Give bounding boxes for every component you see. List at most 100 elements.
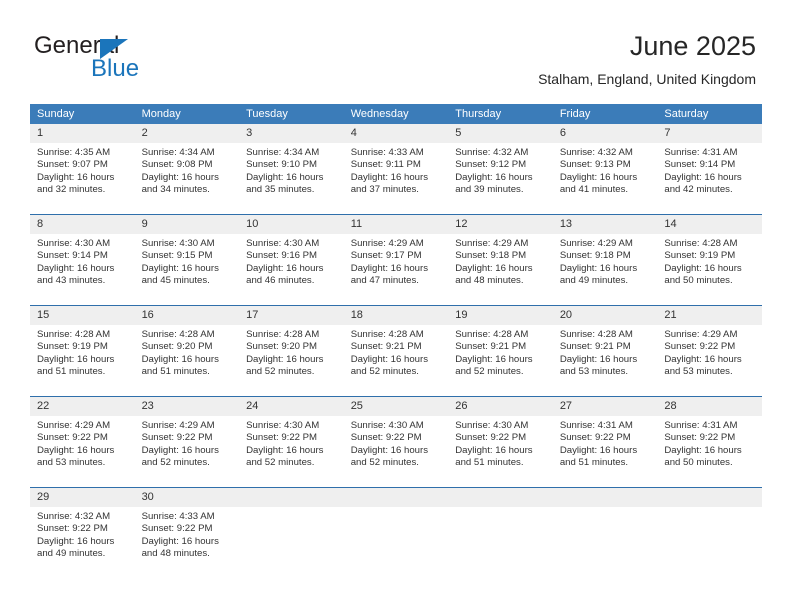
daylight-text-line1: Daylight: 16 hours (455, 353, 533, 365)
day-details: Sunrise: 4:30 AM Sunset: 9:16 PM Daylight:… (239, 234, 344, 288)
day-number: 18 (343, 306, 449, 325)
sunrise-text: Sunrise: 4:29 AM (37, 420, 111, 431)
daylight-text-line2: and 45 minutes. (141, 275, 210, 287)
day-cell[interactable]: 21 Sunrise: 4:29 AM Sunset: 9:22 PM Dayligh… (657, 305, 762, 397)
day-cell[interactable]: 5 Sunrise: 4:32 AM Sunset: 9:12 PM Daylight… (448, 124, 553, 215)
day-cell-inner: 3 Sunrise: 4:34 AM Sunset: 9:10 PM Daylight… (239, 124, 344, 214)
day-cell[interactable]: 26 Sunrise: 4:30 AM Sunset: 9:22 PM Dayligh… (448, 396, 553, 488)
day-cell[interactable]: 13 Sunrise: 4:29 AM Sunset: 9:18 PM Dayligh… (552, 214, 658, 306)
day-cell[interactable]: 17 Sunrise: 4:28 AM Sunset: 9:20 PM Dayligh… (239, 305, 344, 397)
daylight-text-line2: and 39 minutes. (455, 184, 524, 196)
day-cell[interactable]: 7 Sunrise: 4:31 AM Sunset: 9:14 PM Daylight… (657, 124, 762, 215)
sunset-text: Sunset: 9:11 PM (350, 159, 421, 171)
day-details: Sunrise: 4:29 AM Sunset: 9:22 PM Daylight:… (135, 416, 240, 470)
sunrise-text: Sunrise: 4:28 AM (141, 329, 215, 340)
day-cell[interactable]: 12 Sunrise: 4:29 AM Sunset: 9:18 PM Dayligh… (448, 214, 553, 306)
day-number (239, 488, 344, 507)
day-number: 9 (134, 215, 240, 234)
brand-logo[interactable]: General Blue (34, 33, 214, 85)
day-cell[interactable]: 16 Sunrise: 4:28 AM Sunset: 9:20 PM Dayligh… (134, 305, 240, 397)
daylight-text-line1: Daylight: 16 hours (664, 353, 742, 365)
weekday-header-row: Sunday Monday Tuesday Wednesday Thursday… (30, 104, 762, 124)
day-cell-inner (448, 488, 553, 578)
sunset-text: Sunset: 9:14 PM (664, 159, 736, 171)
day-cell[interactable] (552, 487, 658, 578)
day-number: 24 (239, 397, 344, 416)
day-cell[interactable]: 8 Sunrise: 4:30 AM Sunset: 9:14 PM Daylight… (30, 214, 135, 306)
day-number: 20 (552, 306, 658, 325)
day-cell[interactable]: 20 Sunrise: 4:28 AM Sunset: 9:21 PM Dayligh… (552, 305, 658, 397)
day-number: 6 (552, 124, 658, 143)
day-details: Sunrise: 4:31 AM Sunset: 9:14 PM Daylight:… (657, 143, 762, 197)
daylight-text-line2: and 53 minutes. (664, 366, 733, 378)
sunrise-text: Sunrise: 4:31 AM (664, 147, 738, 158)
day-cell[interactable]: 22 Sunrise: 4:29 AM Sunset: 9:22 PM Dayligh… (30, 396, 135, 488)
calendar-head: Sunday Monday Tuesday Wednesday Thursday… (30, 104, 762, 124)
sunset-text: Sunset: 9:18 PM (559, 250, 631, 262)
day-number: 1 (30, 124, 135, 143)
day-cell-inner: 18 Sunrise: 4:28 AM Sunset: 9:21 PM Dayligh… (343, 306, 449, 396)
day-cell-inner: 26 Sunrise: 4:30 AM Sunset: 9:22 PM Dayligh… (448, 397, 553, 487)
day-cell-inner: 8 Sunrise: 4:30 AM Sunset: 9:14 PM Daylight… (30, 215, 135, 305)
sunset-text: Sunset: 9:22 PM (37, 523, 108, 535)
day-cell[interactable]: 29 Sunrise: 4:32 AM Sunset: 9:22 PM Dayligh… (30, 487, 135, 578)
sunrise-text: Sunrise: 4:28 AM (559, 329, 633, 340)
day-cell-inner: 21 Sunrise: 4:29 AM Sunset: 9:22 PM Dayligh… (657, 306, 762, 396)
sunset-text: Sunset: 9:16 PM (246, 250, 318, 262)
sunset-text: Sunset: 9:07 PM (37, 159, 108, 171)
day-cell[interactable]: 30 Sunrise: 4:33 AM Sunset: 9:22 PM Dayligh… (134, 487, 240, 578)
day-cell[interactable] (657, 487, 762, 578)
day-cell[interactable]: 25 Sunrise: 4:30 AM Sunset: 9:22 PM Dayligh… (343, 396, 449, 488)
sunrise-text: Sunrise: 4:29 AM (664, 329, 738, 340)
day-cell[interactable]: 28 Sunrise: 4:31 AM Sunset: 9:22 PM Dayligh… (657, 396, 762, 488)
day-cell[interactable]: 27 Sunrise: 4:31 AM Sunset: 9:22 PM Dayligh… (552, 396, 658, 488)
daylight-text-line2: and 52 minutes. (246, 366, 315, 378)
day-number: 27 (552, 397, 658, 416)
page-subtitle: Stalham, England, United Kingdom (538, 71, 756, 87)
day-cell-inner: 27 Sunrise: 4:31 AM Sunset: 9:22 PM Dayligh… (552, 397, 658, 487)
daylight-text-line1: Daylight: 16 hours (664, 171, 742, 183)
sunrise-text: Sunrise: 4:33 AM (350, 147, 424, 158)
day-details: Sunrise: 4:28 AM Sunset: 9:21 PM Daylight:… (344, 325, 449, 379)
day-cell[interactable]: 24 Sunrise: 4:30 AM Sunset: 9:22 PM Dayligh… (239, 396, 344, 488)
day-cell[interactable]: 11 Sunrise: 4:29 AM Sunset: 9:17 PM Dayligh… (343, 214, 449, 306)
day-number: 30 (134, 488, 240, 507)
daylight-text-line2: and 50 minutes. (664, 275, 733, 287)
day-cell[interactable]: 3 Sunrise: 4:34 AM Sunset: 9:10 PM Daylight… (239, 124, 344, 215)
daylight-text-line1: Daylight: 16 hours (559, 353, 638, 365)
day-number: 13 (552, 215, 658, 234)
sunset-text: Sunset: 9:18 PM (455, 250, 527, 262)
day-cell[interactable] (448, 487, 553, 578)
day-cell[interactable]: 23 Sunrise: 4:29 AM Sunset: 9:22 PM Dayligh… (134, 396, 240, 488)
day-cell[interactable]: 14 Sunrise: 4:28 AM Sunset: 9:19 PM Dayligh… (657, 214, 762, 306)
day-cell[interactable]: 10 Sunrise: 4:30 AM Sunset: 9:16 PM Dayligh… (239, 214, 344, 306)
day-cell[interactable]: 15 Sunrise: 4:28 AM Sunset: 9:19 PM Dayligh… (30, 305, 135, 397)
daylight-text-line2: and 51 minutes. (141, 366, 210, 378)
day-details: Sunrise: 4:29 AM Sunset: 9:18 PM Daylight:… (448, 234, 553, 288)
day-cell[interactable]: 2 Sunrise: 4:34 AM Sunset: 9:08 PM Daylight… (134, 124, 240, 215)
sunrise-text: Sunrise: 4:31 AM (559, 420, 633, 431)
day-cell[interactable] (343, 487, 449, 578)
daylight-text-line1: Daylight: 16 hours (350, 171, 429, 183)
day-cell[interactable]: 4 Sunrise: 4:33 AM Sunset: 9:11 PM Daylight… (343, 124, 449, 215)
daylight-text-line2: and 53 minutes. (37, 457, 106, 469)
day-details: Sunrise: 4:28 AM Sunset: 9:21 PM Daylight:… (448, 325, 553, 379)
day-cell-inner: 14 Sunrise: 4:28 AM Sunset: 9:19 PM Dayligh… (657, 215, 762, 305)
daylight-text-line1: Daylight: 16 hours (559, 444, 638, 456)
daylight-text-line2: and 48 minutes. (455, 275, 524, 287)
day-cell[interactable]: 19 Sunrise: 4:28 AM Sunset: 9:21 PM Dayligh… (448, 305, 553, 397)
day-cell[interactable]: 9 Sunrise: 4:30 AM Sunset: 9:15 PM Daylight… (134, 214, 240, 306)
weekday-header-tuesday: Tuesday (239, 104, 344, 124)
day-cell-inner: 10 Sunrise: 4:30 AM Sunset: 9:16 PM Dayligh… (239, 215, 344, 305)
day-cell[interactable]: 18 Sunrise: 4:28 AM Sunset: 9:21 PM Dayligh… (343, 305, 449, 397)
day-cell[interactable] (239, 487, 344, 578)
day-number: 7 (657, 124, 762, 143)
day-cell[interactable]: 1 Sunrise: 4:35 AM Sunset: 9:07 PM Daylight… (30, 124, 135, 215)
day-details: Sunrise: 4:29 AM Sunset: 9:22 PM Daylight:… (657, 325, 762, 379)
day-cell-inner: 29 Sunrise: 4:32 AM Sunset: 9:22 PM Dayligh… (30, 488, 135, 578)
sunset-text: Sunset: 9:22 PM (37, 432, 108, 444)
day-cell[interactable]: 6 Sunrise: 4:32 AM Sunset: 9:13 PM Daylight… (552, 124, 658, 215)
sunrise-text: Sunrise: 4:28 AM (246, 329, 320, 340)
daylight-text-line2: and 43 minutes. (37, 275, 106, 287)
week-row: 22 Sunrise: 4:29 AM Sunset: 9:22 PM Dayligh… (30, 396, 762, 488)
